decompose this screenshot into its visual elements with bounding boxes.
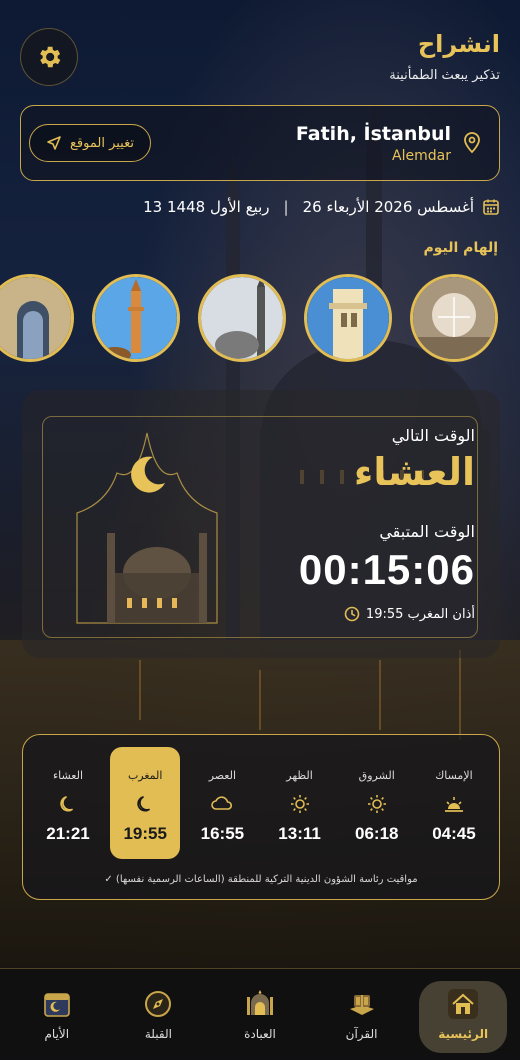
location-city: Fatih, İstanbul bbox=[295, 123, 451, 145]
mosque-thumbnail bbox=[201, 277, 283, 359]
compass-icon bbox=[141, 987, 175, 1021]
story-chandelier[interactable] bbox=[410, 274, 498, 362]
navigation-arrow-icon bbox=[47, 136, 61, 150]
story-minaret-top[interactable] bbox=[304, 274, 392, 362]
prayer-time: 04:45 bbox=[432, 824, 476, 843]
prayer-name: العشاء bbox=[52, 769, 84, 782]
app-subtitle: تذكير يبعث الطمأنينة bbox=[389, 68, 500, 83]
change-location-button[interactable]: تغيير الموقع bbox=[29, 124, 151, 162]
nav-item-calendar[interactable]: الأيام bbox=[13, 981, 101, 1053]
nav-label: القرآن bbox=[345, 1027, 378, 1041]
nav-label: الأيام bbox=[44, 1027, 70, 1041]
prayer-time-item[interactable]: العصر 16:55 bbox=[187, 747, 257, 859]
quran-icon bbox=[345, 987, 379, 1021]
next-prayer-card: الوقت التالي العشاء الوقت المتبقي 00:15:… bbox=[22, 390, 500, 658]
calendar-icon bbox=[483, 199, 499, 215]
location-pin-icon bbox=[464, 132, 480, 154]
nav-item-mosque[interactable]: العبادة bbox=[216, 981, 304, 1053]
sun-icon bbox=[290, 794, 310, 814]
app-title: انشراح bbox=[417, 30, 500, 58]
next-prayer-name: العشاء bbox=[353, 450, 475, 494]
clock-icon bbox=[344, 606, 360, 622]
prayer-time-item[interactable]: الشروق 06:18 bbox=[342, 747, 412, 859]
prayer-name: الإمساك bbox=[435, 769, 473, 782]
countdown-timer: 00:15:06 bbox=[298, 546, 475, 593]
prayer-time-item[interactable]: الإمساك 04:45 bbox=[419, 747, 489, 859]
location-district: Alemdar bbox=[392, 148, 451, 164]
story-mihrab-arch[interactable] bbox=[0, 274, 74, 362]
prayer-name: المغرب bbox=[127, 769, 163, 782]
hijri-date: 13 ربيع الأول 1448 bbox=[143, 198, 270, 216]
date-separator: | bbox=[283, 198, 289, 216]
inspiration-title: إلهام اليوم bbox=[423, 240, 499, 256]
remaining-time-label: الوقت المتبقي bbox=[379, 522, 475, 541]
tower-thumbnail bbox=[95, 277, 177, 359]
mosque-illustration bbox=[76, 432, 218, 624]
date-row: 13 ربيع الأول 1448 | 26 أغسطس 2026 الأرب… bbox=[143, 196, 500, 218]
chandelier-thumbnail bbox=[413, 277, 495, 359]
prayer-time: 13:11 bbox=[278, 824, 321, 843]
location-card: Fatih, İstanbul Alemdar تغيير الموقع bbox=[20, 105, 500, 181]
settings-button[interactable] bbox=[20, 28, 78, 86]
mosque-icon bbox=[243, 987, 277, 1021]
adhan-info: أذان المغرب 19:55 bbox=[344, 606, 475, 622]
prayer-name: الشروق bbox=[358, 769, 395, 782]
prayer-time: 06:18 bbox=[355, 824, 399, 843]
sun-icon bbox=[367, 794, 387, 814]
gear-icon bbox=[40, 46, 61, 68]
cloud-icon bbox=[210, 794, 234, 814]
nav-label: العبادة bbox=[244, 1027, 276, 1041]
next-prayer-label: الوقت التالي bbox=[391, 426, 475, 445]
prayer-times-row: الإمساك 04:45 الشروق 06:18 الظهر 13:11 العصر 16… bbox=[33, 747, 489, 859]
minaret-thumbnail bbox=[307, 277, 389, 359]
nav-item-quran[interactable]: القرآن bbox=[318, 981, 406, 1053]
moon-icon bbox=[58, 794, 78, 814]
prayer-name: الظهر bbox=[286, 769, 313, 782]
story-mosque-minarets[interactable] bbox=[198, 274, 286, 362]
prayer-times-card: الإمساك 04:45 الشروق 06:18 الظهر 13:11 العصر 16… bbox=[22, 734, 500, 900]
gregorian-date: 26 أغسطس 2026 الأربعاء bbox=[302, 198, 474, 216]
home-icon bbox=[446, 987, 480, 1021]
prayer-time: 19:55 bbox=[123, 824, 167, 843]
story-minaret-tower[interactable] bbox=[92, 274, 180, 362]
prayer-time: 16:55 bbox=[200, 824, 245, 843]
sunrise-icon bbox=[443, 794, 465, 814]
moon-icon bbox=[135, 794, 155, 814]
times-source-note: ✓ مواقيت رئاسة الشؤون الدينية التركية لل… bbox=[104, 874, 418, 885]
nav-item-compass[interactable]: القبلة bbox=[114, 981, 202, 1053]
prayer-time-item[interactable]: الظهر 13:11 bbox=[265, 747, 335, 859]
nav-label: الرئيسية bbox=[438, 1027, 489, 1041]
arch-thumbnail bbox=[0, 277, 71, 359]
app-header: انشراح تذكير يبعث الطمأنينة bbox=[20, 28, 500, 88]
prayer-name: العصر bbox=[208, 769, 237, 782]
prayer-time: 21:21 bbox=[46, 824, 90, 843]
nav-label: القبلة bbox=[144, 1027, 172, 1041]
change-location-label: تغيير الموقع bbox=[70, 135, 134, 151]
prayer-time-item[interactable]: المغرب 19:55 bbox=[110, 747, 181, 859]
calendar-icon bbox=[40, 987, 74, 1021]
prayer-time-item[interactable]: العشاء 21:21 bbox=[33, 747, 103, 859]
adhan-text: أذان المغرب 19:55 bbox=[365, 606, 475, 622]
nav-item-home[interactable]: الرئيسية bbox=[419, 981, 508, 1053]
bottom-navigation: الرئيسية القرآن العبادة القبلة الأيام bbox=[0, 968, 520, 1060]
